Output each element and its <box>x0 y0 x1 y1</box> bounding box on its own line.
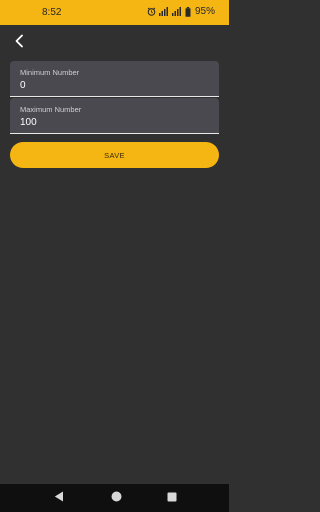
navigation-bar <box>0 484 229 512</box>
minimum-number-field[interactable]: Minimum Number <box>10 61 219 97</box>
nav-recents-button[interactable] <box>165 491 179 505</box>
status-bar: 8:52 95% <box>0 0 229 25</box>
home-circle-icon <box>111 489 122 507</box>
battery-percent: 95% <box>194 6 215 17</box>
maximum-number-field[interactable]: Maximum Number <box>10 98 219 134</box>
maximum-number-label: Maximum Number <box>20 105 82 114</box>
alarm-icon <box>147 7 156 16</box>
status-icons: 95% <box>147 6 215 17</box>
minimum-number-input[interactable] <box>20 80 200 91</box>
back-button[interactable] <box>9 33 29 53</box>
nav-back-button[interactable] <box>52 491 66 505</box>
recents-square-icon <box>167 489 177 507</box>
status-time: 8:52 <box>42 7 62 18</box>
signal-icon <box>158 7 169 16</box>
back-triangle-icon <box>54 489 64 507</box>
save-button[interactable]: SAVE <box>10 142 219 168</box>
minimum-number-label: Minimum Number <box>20 68 80 77</box>
nav-home-button[interactable] <box>109 491 123 505</box>
signal-icon <box>171 7 182 16</box>
maximum-number-input[interactable] <box>20 117 200 128</box>
battery-icon <box>185 6 191 17</box>
app-screen: 8:52 95% Minimum Number 0 Maximum Number… <box>0 0 229 512</box>
chevron-left-icon <box>14 34 24 53</box>
